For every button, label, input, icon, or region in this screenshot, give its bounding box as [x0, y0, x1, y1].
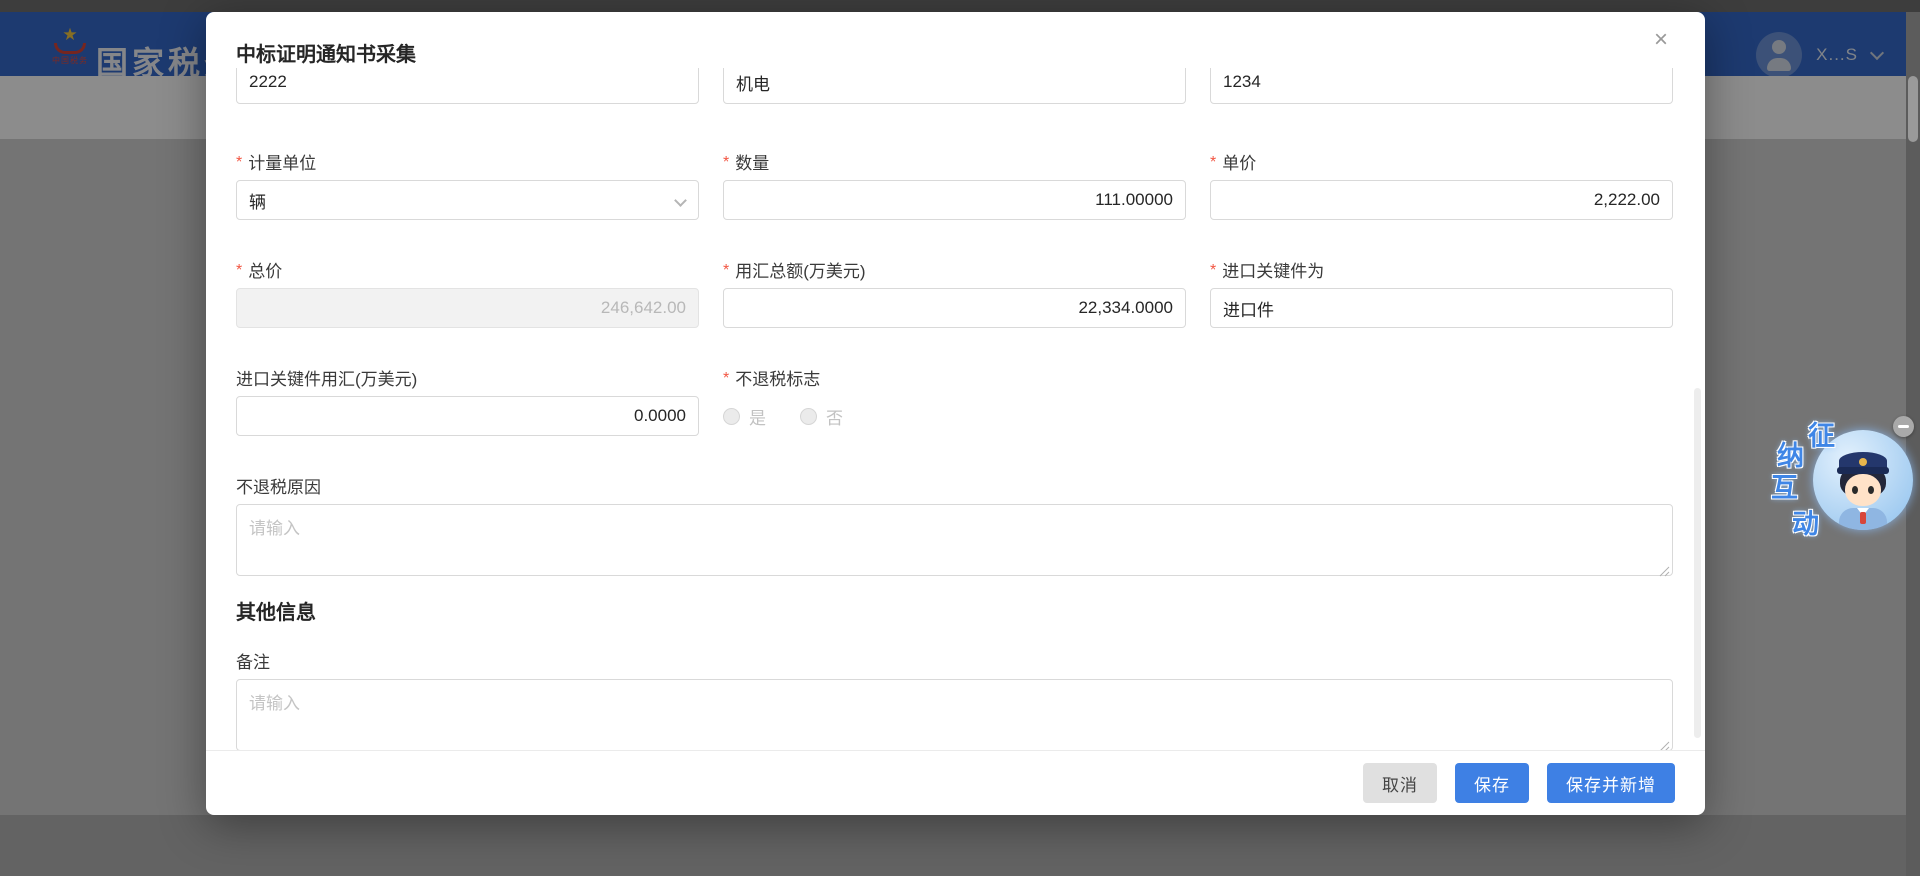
- page: ★ 中国税务 国家税务总局 X...S 中标证明通知书采集 ×: [0, 0, 1920, 876]
- required-marker: *: [1210, 154, 1216, 172]
- mascot-face: [1845, 474, 1881, 506]
- unit-label: * 计量单位: [236, 150, 699, 172]
- dialog-title: 中标证明通知书采集: [236, 38, 416, 67]
- widget-minimize-button[interactable]: [1893, 416, 1914, 437]
- required-marker: *: [723, 370, 729, 388]
- import-key-part-input[interactable]: [1210, 288, 1673, 328]
- mascot-eye: [1852, 486, 1858, 494]
- required-marker: *: [1210, 262, 1216, 280]
- widget-char-dong: 动: [1792, 502, 1819, 541]
- widget-char-zheng: 征: [1808, 414, 1835, 453]
- dialog-win-bid-notice-collection: 中标证明通知书采集 × * 计: [206, 12, 1705, 815]
- no-refund-flag-label: * 不退税标志: [723, 366, 1186, 388]
- section-title-other-info: 其他信息: [236, 601, 1673, 625]
- dialog-scrollbar-thumb[interactable]: [1694, 388, 1701, 738]
- no-refund-reason-textarea[interactable]: [236, 504, 1673, 576]
- mascot-eye: [1868, 486, 1874, 494]
- remark-block: 备注: [236, 649, 1673, 750]
- mascot-hat-band: [1837, 467, 1889, 474]
- import-key-forex-input[interactable]: [236, 396, 699, 436]
- no-refund-reason-label: 不退税原因: [236, 474, 1673, 496]
- form-row-3: * 总价 * 用汇总额(万美元) * 进口关键件为: [236, 258, 1673, 328]
- quantity-label: * 数量: [723, 150, 1186, 172]
- tax-interaction-widget[interactable]: 征 纳 互 动: [1768, 408, 1920, 548]
- save-and-new-button[interactable]: 保存并新增: [1547, 763, 1675, 803]
- no-refund-flag-radio-group: 是 否: [723, 396, 1186, 436]
- no-refund-reason-block: 不退税原因: [236, 474, 1673, 581]
- field-2-input[interactable]: [723, 68, 1186, 104]
- cancel-button[interactable]: 取消: [1363, 763, 1437, 803]
- remark-textarea[interactable]: [236, 679, 1673, 750]
- total-price-input-disabled: [236, 288, 699, 328]
- widget-char-hu: 互: [1771, 466, 1798, 505]
- form-row-2: * 计量单位 * 数量 *: [236, 150, 1673, 220]
- required-marker: *: [236, 154, 242, 172]
- forex-total-input[interactable]: [723, 288, 1186, 328]
- page-scrollbar-thumb[interactable]: [1908, 76, 1918, 142]
- unit-price-label: * 单价: [1210, 150, 1673, 172]
- field-1-input[interactable]: [236, 68, 699, 104]
- unit-select-value[interactable]: [236, 180, 699, 220]
- save-button[interactable]: 保存: [1455, 763, 1529, 803]
- field-3-input[interactable]: [1210, 68, 1673, 104]
- import-key-forex-label: 进口关键件用汇(万美元): [236, 366, 699, 388]
- close-icon[interactable]: ×: [1647, 26, 1675, 54]
- unit-select[interactable]: [236, 180, 699, 220]
- dialog-body: * 计量单位 * 数量 *: [236, 68, 1673, 750]
- quantity-input[interactable]: [723, 180, 1186, 220]
- required-marker: *: [723, 154, 729, 172]
- remark-label: 备注: [236, 649, 1673, 671]
- required-marker: *: [236, 262, 242, 280]
- dialog-header: 中标证明通知书采集 ×: [206, 12, 1705, 68]
- unit-price-input[interactable]: [1210, 180, 1673, 220]
- radio-no: 否: [800, 404, 843, 429]
- import-key-part-label: * 进口关键件为: [1210, 258, 1673, 280]
- required-marker: *: [723, 262, 729, 280]
- form-row-4: 进口关键件用汇(万美元) * 不退税标志 是: [236, 366, 1673, 436]
- mascot-tie: [1860, 512, 1866, 524]
- radio-yes: 是: [723, 404, 766, 429]
- mascot-hat-emblem: [1859, 458, 1867, 466]
- dialog-footer: 取消 保存 保存并新增: [206, 750, 1705, 815]
- form-row-1: [236, 68, 1673, 104]
- radio-circle-icon: [723, 408, 740, 425]
- minus-icon: [1898, 425, 1909, 428]
- forex-total-label: * 用汇总额(万美元): [723, 258, 1186, 280]
- radio-circle-icon: [800, 408, 817, 425]
- total-price-label: * 总价: [236, 258, 699, 280]
